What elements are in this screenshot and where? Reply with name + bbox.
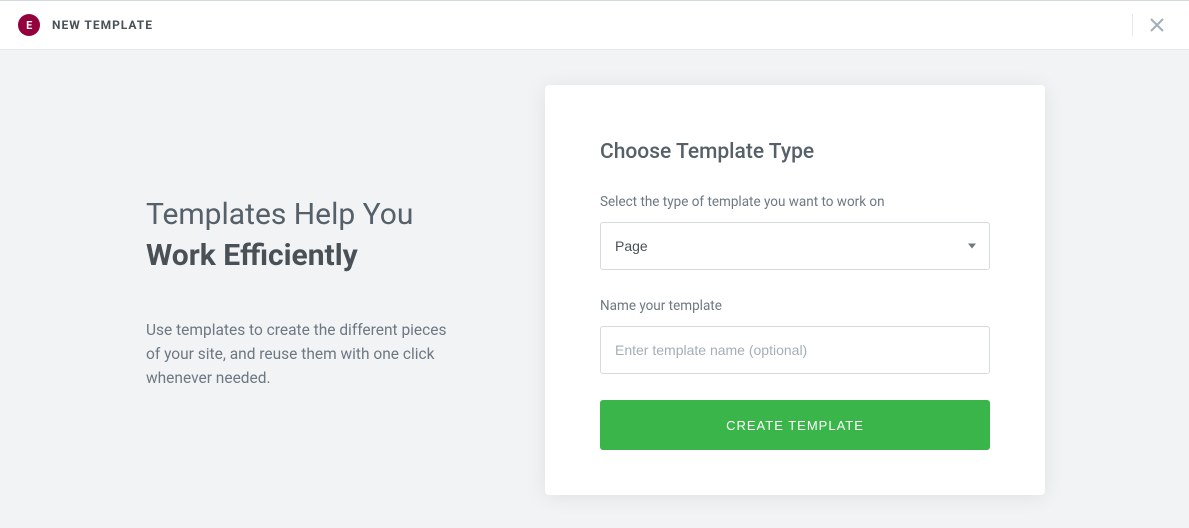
elementor-logo-icon: E bbox=[18, 14, 40, 36]
template-type-select-wrap: Page bbox=[600, 222, 990, 270]
page-title: NEW TEMPLATE bbox=[52, 18, 153, 32]
template-name-input[interactable] bbox=[600, 326, 990, 374]
form-title: Choose Template Type bbox=[600, 140, 990, 164]
intro-heading-line1: Templates Help You bbox=[146, 195, 485, 236]
topbar-right bbox=[1132, 11, 1171, 39]
intro-column: Templates Help You Work Efficiently Use … bbox=[0, 85, 545, 390]
close-icon bbox=[1150, 18, 1164, 32]
content-area: Templates Help You Work Efficiently Use … bbox=[0, 50, 1189, 528]
topbar-left: E NEW TEMPLATE bbox=[18, 14, 153, 36]
form-panel: Choose Template Type Select the type of … bbox=[545, 85, 1045, 495]
close-button[interactable] bbox=[1143, 11, 1171, 39]
template-type-label: Select the type of template you want to … bbox=[600, 194, 990, 210]
divider bbox=[1132, 14, 1133, 36]
template-name-label: Name your template bbox=[600, 298, 990, 314]
topbar: E NEW TEMPLATE bbox=[0, 0, 1189, 50]
intro-heading-line2: Work Efficiently bbox=[146, 236, 485, 277]
create-template-button[interactable]: CREATE TEMPLATE bbox=[600, 400, 990, 450]
intro-description: Use templates to create the different pi… bbox=[146, 318, 456, 390]
template-type-select[interactable]: Page bbox=[600, 222, 990, 270]
